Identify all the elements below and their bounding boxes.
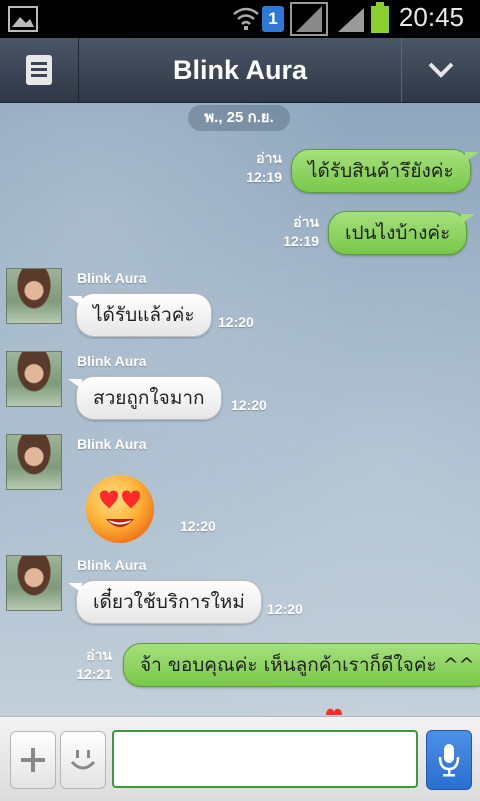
signal-icon [290, 2, 328, 36]
sticker-button[interactable] [60, 731, 106, 789]
message-bubble-outgoing[interactable]: เปนไงบ้างค่ะ [328, 211, 476, 255]
avatar[interactable] [6, 555, 62, 611]
sender-name: Blink Aura [77, 436, 147, 452]
avatar[interactable] [6, 351, 62, 407]
read-receipt: อ่าน 12:21 [76, 647, 112, 682]
message-bubble-outgoing[interactable]: ได้รับสินค้ารึยังค่ะ [291, 149, 479, 193]
avatar[interactable] [6, 268, 62, 324]
sim-icon: 1 [262, 6, 284, 32]
chat-title: Blink Aura [172, 55, 308, 85]
chevron-down-icon [428, 62, 454, 78]
image-icon [8, 6, 38, 32]
battery-icon [371, 2, 389, 33]
status-bar: 1 20:45 [0, 0, 480, 38]
plus-icon [21, 748, 45, 772]
sender-name: Blink Aura [77, 557, 147, 573]
read-receipt: อ่าน 12:19 [246, 150, 282, 185]
message-time: 12:20 [231, 397, 267, 413]
message-bubble-incoming[interactable]: สวยถูกใจมาก [68, 376, 222, 420]
message-input[interactable] [112, 730, 418, 788]
heart-icon [326, 708, 342, 715]
dropdown-button[interactable] [401, 38, 480, 102]
list-icon [26, 55, 52, 85]
date-separator: พ., 25 ก.ย. [188, 105, 290, 131]
microphone-icon [438, 744, 460, 777]
menu-button[interactable] [0, 38, 79, 102]
add-button[interactable] [10, 731, 56, 789]
signal-icon [338, 8, 364, 32]
message-bubble-incoming[interactable]: เดี๋ยวใช้บริการใหม่ [68, 580, 262, 624]
message-bubble-outgoing[interactable]: จ้า ขอบคุณค่ะ เห็นลูกค้าเราก็ดีใจค่ะ ^^ [123, 643, 480, 687]
sender-name: Blink Aura [77, 353, 147, 369]
wifi-icon [233, 7, 259, 30]
clock: 20:45 [398, 2, 464, 32]
message-time: 12:20 [218, 314, 254, 330]
input-bar [0, 716, 480, 801]
message-time: 12:20 [180, 518, 216, 534]
smiley-icon [70, 750, 96, 770]
mic-button[interactable] [426, 730, 472, 790]
sender-name: Blink Aura [77, 270, 147, 286]
chat-header: Blink Aura [0, 38, 480, 103]
chat-area[interactable]: พ., 25 ก.ย. อ่าน 12:19 ได้รับสินค้ารึยัง… [0, 103, 480, 716]
read-receipt: อ่าน 12:19 [283, 214, 319, 249]
heart-eyes-emoji[interactable] [84, 473, 156, 545]
message-time: 12:20 [267, 601, 303, 617]
avatar[interactable] [6, 434, 62, 490]
message-bubble-incoming[interactable]: ได้รับแล้วค่ะ [68, 293, 212, 337]
